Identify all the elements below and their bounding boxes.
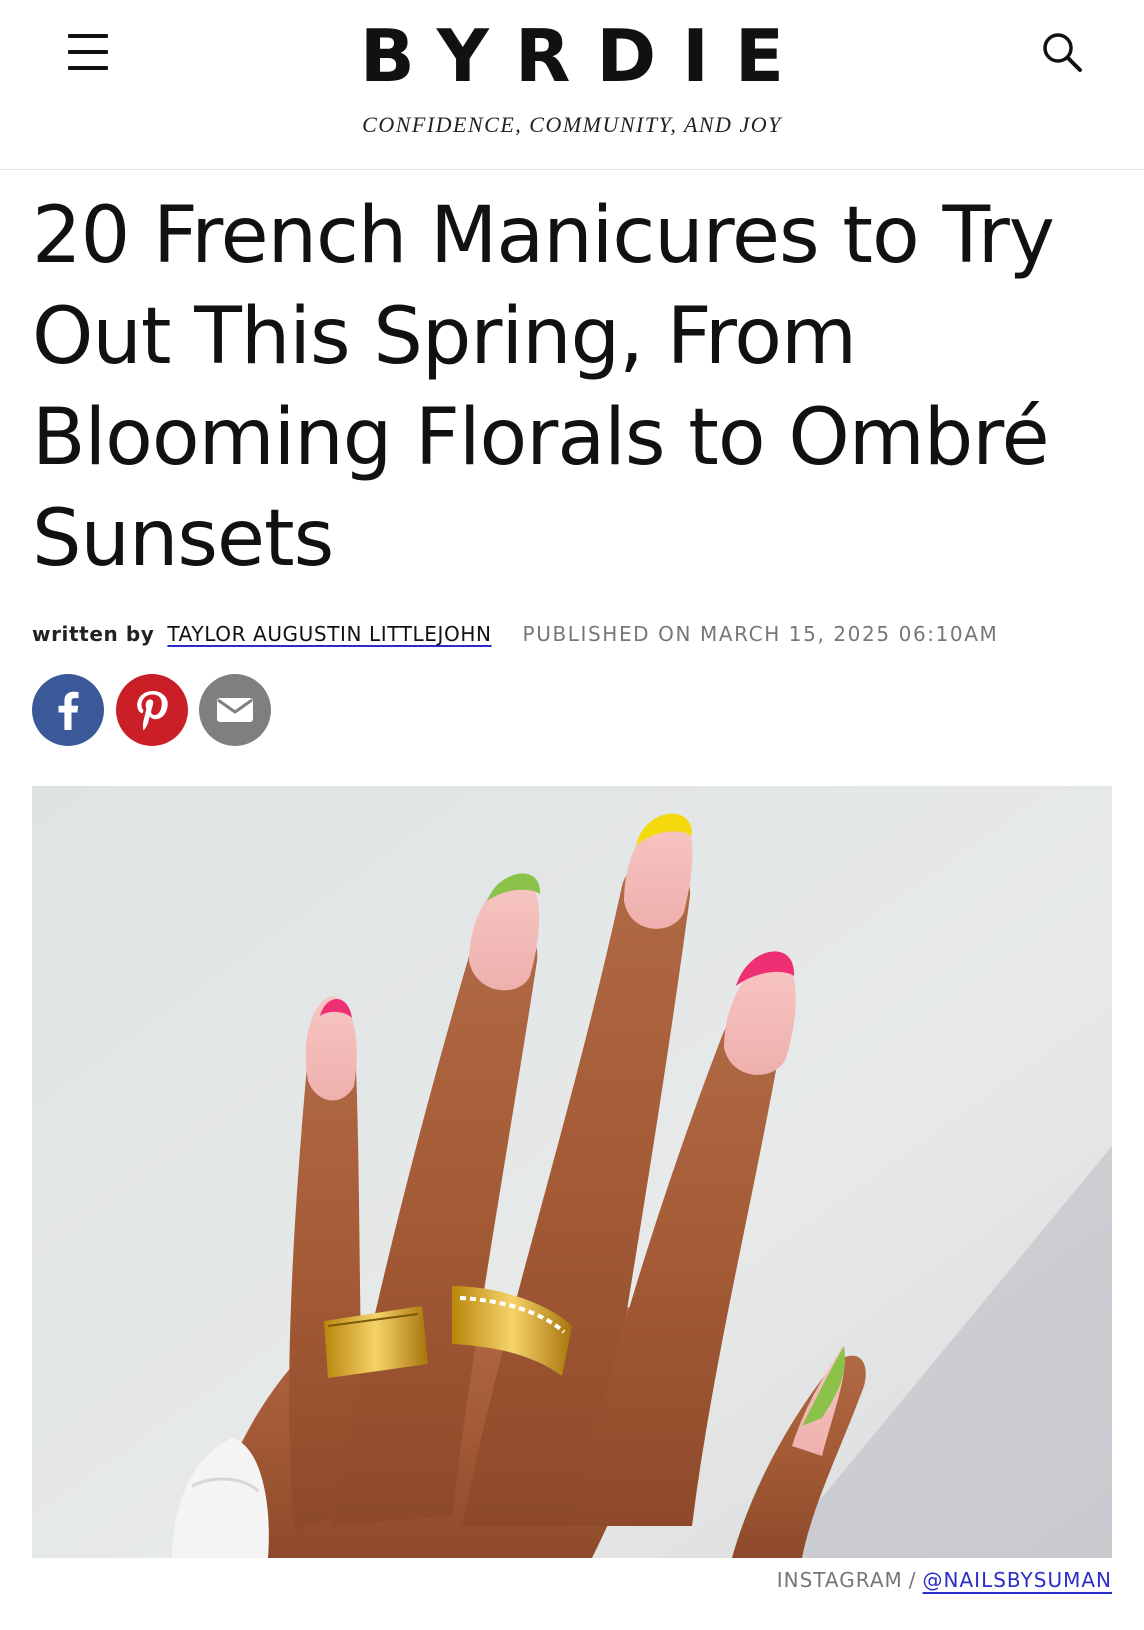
site-tagline: CONFIDENCE, COMMUNITY, AND JOY [362, 112, 782, 137]
byline-prefix: written by [32, 622, 155, 646]
email-share-button[interactable] [199, 674, 271, 746]
site-header: BYRDIE CONFIDENCE, COMMUNITY, AND JOY [0, 0, 1144, 170]
facebook-icon [58, 691, 79, 730]
article-headline: 20 French Manicures to Try Out This Spri… [32, 191, 1055, 584]
pinterest-icon [137, 691, 168, 731]
pinterest-share-button[interactable] [116, 674, 188, 746]
author-link[interactable]: TAYLOR AUGUSTIN LITTLEJOHN [167, 622, 491, 646]
credit-separator: / [908, 1568, 917, 1592]
site-logo[interactable]: BYRDIE [0, 14, 1144, 98]
publish-date: PUBLISHED ON MARCH 15, 2025 06:10AM [522, 622, 999, 646]
image-credit: INSTAGRAM / @NAILSBYSUMAN [777, 1568, 1112, 1592]
credit-source: INSTAGRAM [776, 1568, 903, 1592]
search-icon[interactable] [1040, 30, 1086, 76]
hero-image [32, 786, 1112, 1558]
email-icon [217, 698, 253, 722]
facebook-share-button[interactable] [32, 674, 104, 746]
credit-handle-link[interactable]: @NAILSBYSUMAN [923, 1568, 1112, 1592]
article-byline: written by TAYLOR AUGUSTIN LITTLEJOHN PU… [32, 622, 1122, 646]
